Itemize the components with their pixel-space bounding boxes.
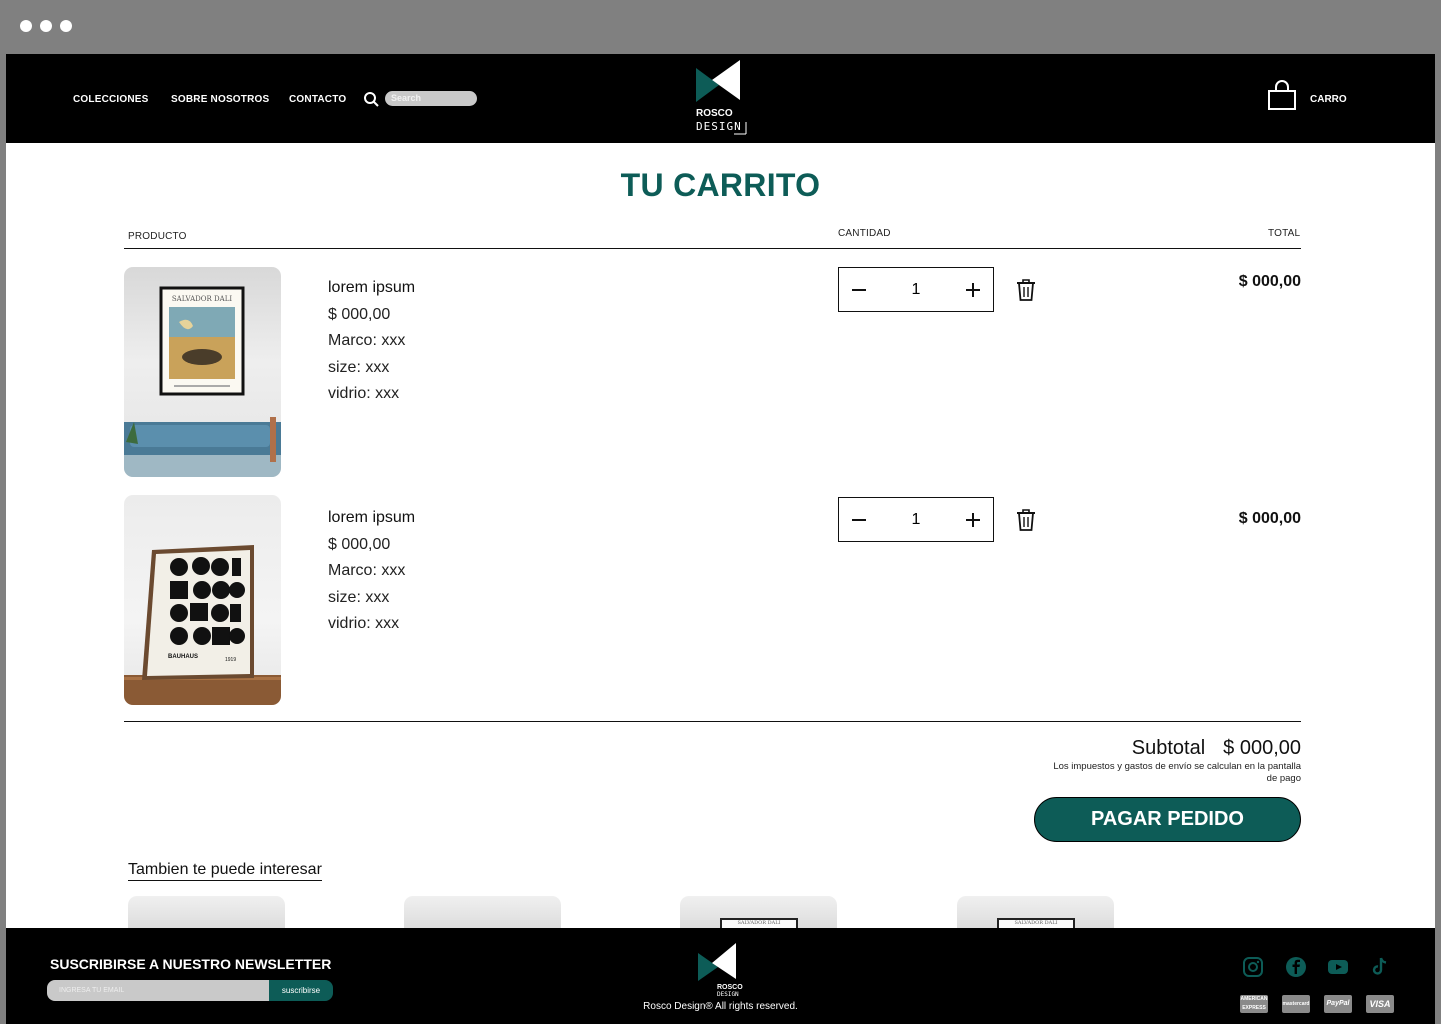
quantity-value[interactable]: 1 [879, 498, 953, 541]
cart-link[interactable]: CARRO [1310, 94, 1347, 105]
trash-icon[interactable] [1015, 508, 1037, 532]
amex-icon: AMERICAN EXPRESS [1240, 995, 1268, 1013]
decrease-quantity-button[interactable] [839, 268, 879, 311]
rosco-logo-footer[interactable]: ROSCO DESIGN [696, 943, 746, 997]
paypal-icon: PayPal [1324, 995, 1352, 1013]
recommendations-title[interactable]: Tambien te puede interesar [128, 861, 322, 881]
page: COLECCIONES SOBRE NOSOTROS CONTACTO Sear… [6, 54, 1435, 1024]
item-total: $ 000,00 [1238, 273, 1301, 290]
item-marco: Marco: xxx [328, 562, 406, 579]
cart-item-details: lorem ipsum $ 000,00 Marco: xxx size: xx… [328, 275, 415, 408]
search-icon[interactable] [363, 91, 379, 107]
item-price: $ 000,00 [328, 305, 391, 323]
copyright-text: Rosco Design® All rights reserved. [643, 1001, 798, 1012]
site-header: COLECCIONES SOBRE NOSOTROS CONTACTO Sear… [6, 54, 1435, 143]
item-marco: Marco: xxx [328, 332, 406, 349]
facebook-icon[interactable] [1285, 956, 1307, 978]
item-price: $ 000,00 [328, 535, 391, 553]
subtotal-row: Subtotal $ 000,00 [1132, 737, 1301, 760]
instagram-icon[interactable] [1242, 956, 1264, 978]
browser-window: COLECCIONES SOBRE NOSOTROS CONTACTO Sear… [0, 0, 1441, 1024]
logo-text-rosco: ROSCO [696, 108, 733, 119]
window-dot-minimize[interactable] [40, 20, 52, 32]
increase-quantity-button[interactable] [953, 498, 993, 541]
nav-contacto[interactable]: CONTACTO [289, 94, 346, 105]
plus-icon [966, 282, 980, 297]
newsletter-title: SUSCRIBIRSE A NUESTRO NEWSLETTER [50, 956, 332, 972]
rosco-logo[interactable]: ROSCO DESIGN [694, 60, 748, 138]
poster-title-text: BAUHAUS [168, 654, 198, 660]
checkout-button[interactable]: PAGAR PEDIDO [1034, 797, 1301, 842]
poster-title-text: SALVADOR DALI [1014, 920, 1058, 926]
cart-item-details: lorem ipsum $ 000,00 Marco: xxx size: xx… [328, 505, 415, 638]
quantity-stepper: 1 [838, 267, 994, 312]
column-header-total: TOTAL [1268, 228, 1301, 239]
cart-item-image[interactable]: BAUHAUS 1919 [124, 495, 281, 705]
bauhaus-poster-image: BAUHAUS 1919 [124, 545, 281, 705]
column-header-quantity: CANTIDAD [838, 228, 891, 239]
nav-colecciones[interactable]: COLECCIONES [73, 94, 149, 105]
minus-icon [852, 518, 866, 521]
item-name[interactable]: lorem ipsum [328, 275, 415, 302]
poster-title-text: SALVADOR DALI [172, 295, 232, 303]
item-size: size: xxx [328, 358, 390, 376]
window-controls [20, 20, 72, 32]
window-dot-maximize[interactable] [60, 20, 72, 32]
decrease-quantity-button[interactable] [839, 498, 879, 541]
quantity-stepper: 1 [838, 497, 994, 542]
item-name[interactable]: lorem ipsum [328, 505, 415, 532]
divider [124, 248, 1301, 249]
nav-sobre-nosotros[interactable]: SOBRE NOSOTROS [171, 94, 269, 105]
logo-text-design: DESIGN [717, 991, 739, 997]
window-dot-close[interactable] [20, 20, 32, 32]
email-input[interactable]: INGRESA TU EMAIL [47, 980, 270, 1001]
item-vidrio: vidrio: xxx [328, 385, 400, 402]
divider [124, 721, 1301, 722]
item-total: $ 000,00 [1238, 510, 1301, 527]
column-header-product: PRODUCTO [128, 231, 187, 242]
item-vidrio: vidrio: xxx [328, 615, 400, 632]
trash-icon[interactable] [1015, 278, 1037, 302]
subtotal-label: Subtotal [1131, 737, 1206, 759]
subtotal-value: $ 000,00 [1223, 737, 1301, 759]
increase-quantity-button[interactable] [953, 268, 993, 311]
dali-poster-image: SALVADOR DALI [124, 286, 281, 477]
tiktok-icon[interactable] [1369, 956, 1391, 978]
page-title: TU CARRITO [620, 167, 821, 203]
search-input[interactable]: Search [385, 91, 477, 106]
subscribe-button[interactable]: suscribirse [269, 980, 333, 1001]
youtube-icon[interactable] [1327, 956, 1349, 978]
cart-item-image[interactable]: SALVADOR DALI [124, 267, 281, 477]
poster-year-text: 1919 [225, 657, 236, 663]
logo-text-design: DESIGN [696, 120, 742, 133]
poster-title-text: SALVADOR DALI [737, 920, 781, 926]
logo-text-rosco: ROSCO [717, 984, 743, 991]
site-footer: SUSCRIBIRSE A NUESTRO NEWSLETTER INGRESA… [6, 928, 1435, 1024]
visa-icon: VISA [1366, 995, 1394, 1013]
quantity-value[interactable]: 1 [879, 268, 953, 311]
plus-icon [966, 512, 980, 527]
shopping-bag-icon[interactable] [1266, 80, 1298, 112]
mastercard-icon: mastercard [1282, 995, 1310, 1013]
tax-note: Los impuestos y gastos de envío se calcu… [1053, 761, 1301, 784]
item-size: size: xxx [328, 588, 390, 606]
minus-icon [852, 288, 866, 291]
